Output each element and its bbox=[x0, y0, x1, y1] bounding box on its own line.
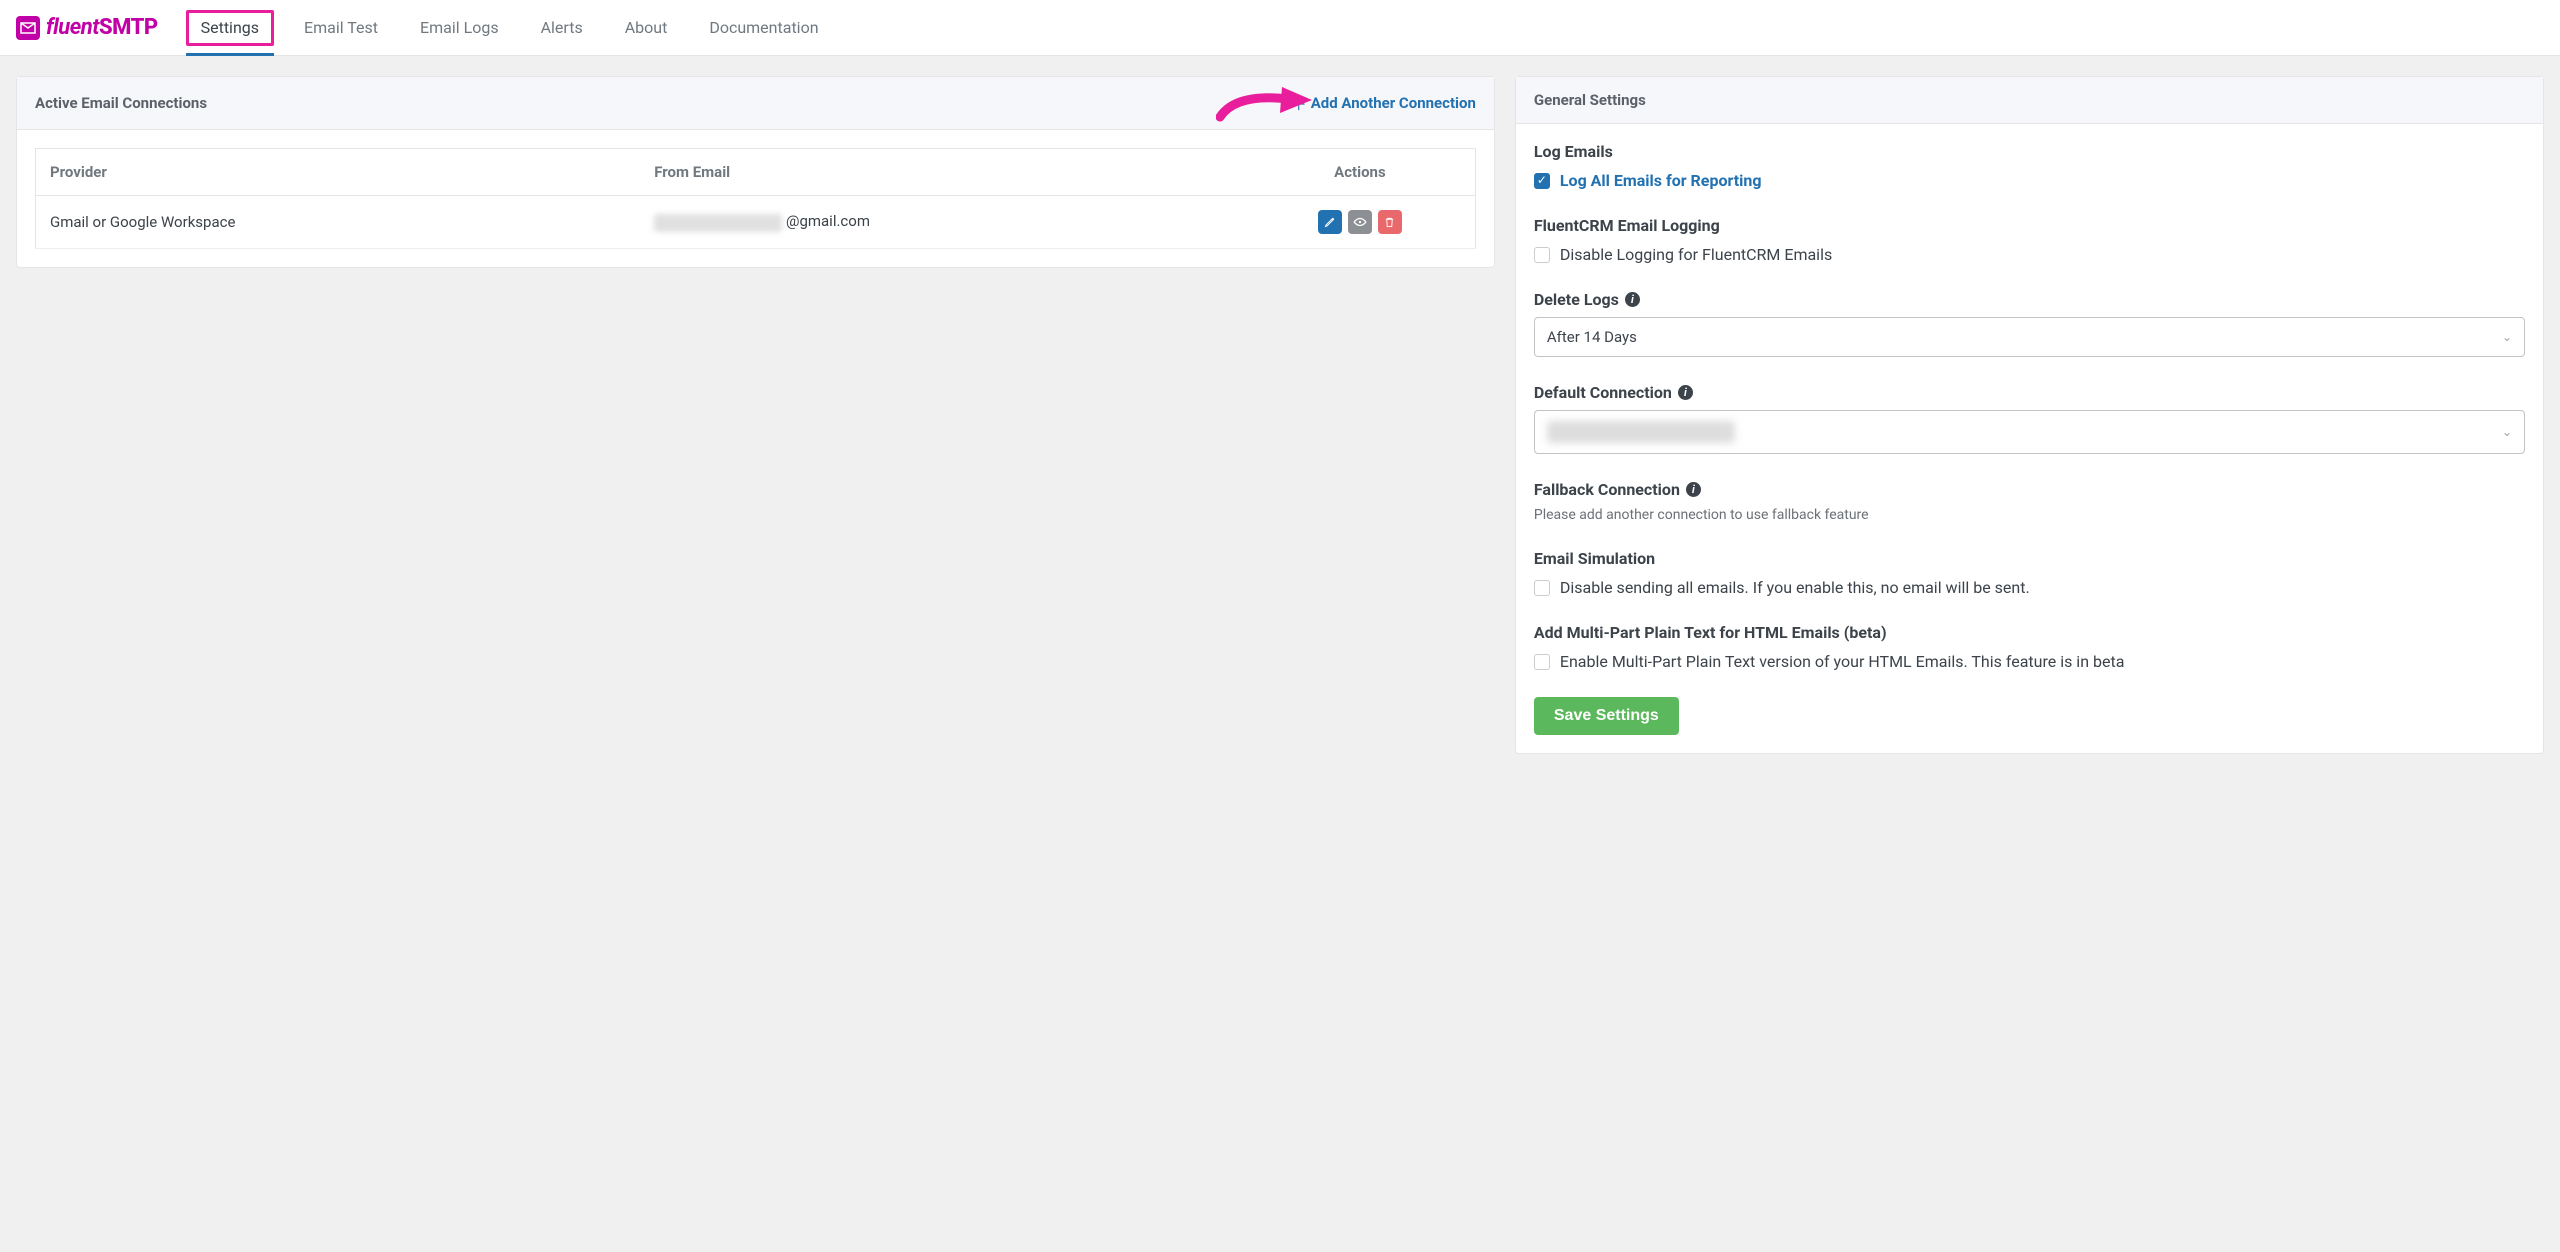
connections-table: Provider From Email Actions Gmail or Goo… bbox=[35, 148, 1476, 249]
settings-body: Log Emails Log All Emails for Reporting … bbox=[1516, 124, 2543, 753]
nav-tabs: Settings Email Test Email Logs Alerts Ab… bbox=[186, 0, 831, 55]
col-actions: Actions bbox=[1245, 149, 1475, 196]
settings-title: General Settings bbox=[1534, 91, 1646, 109]
connections-title: Active Email Connections bbox=[35, 94, 207, 112]
log-emails-checkbox-row[interactable]: Log All Emails for Reporting bbox=[1534, 171, 2525, 190]
checkbox-enable-multipart[interactable] bbox=[1534, 654, 1550, 670]
tab-email-logs[interactable]: Email Logs bbox=[408, 0, 511, 55]
settings-panel: General Settings Log Emails Log All Emai… bbox=[1515, 76, 2544, 754]
delete-logs-title: Delete Logs bbox=[1534, 290, 1619, 309]
add-connection-link[interactable]: ＋ Add Another Connection bbox=[1291, 91, 1476, 115]
tab-settings[interactable]: Settings bbox=[186, 10, 274, 46]
top-nav: fluentSMTP Settings Email Test Email Log… bbox=[0, 0, 2560, 56]
fallback-connection-title: Fallback Connection bbox=[1534, 480, 1680, 499]
fluentcrm-section: FluentCRM Email Logging Disable Logging … bbox=[1534, 216, 2525, 264]
fluentcrm-title: FluentCRM Email Logging bbox=[1534, 216, 2525, 235]
email-simulation-checkbox-row[interactable]: Disable sending all emails. If you enabl… bbox=[1534, 578, 2525, 597]
info-icon[interactable]: i bbox=[1625, 292, 1640, 307]
chevron-down-icon: ⌄ bbox=[2502, 425, 2512, 439]
cell-provider: Gmail or Google Workspace bbox=[36, 196, 641, 249]
save-settings-button[interactable]: Save Settings bbox=[1534, 697, 1679, 735]
tab-email-test[interactable]: Email Test bbox=[292, 0, 390, 55]
log-emails-section: Log Emails Log All Emails for Reporting bbox=[1534, 142, 2525, 190]
plus-icon: ＋ bbox=[1291, 91, 1307, 115]
fluentcrm-checkbox-row[interactable]: Disable Logging for FluentCRM Emails bbox=[1534, 245, 2525, 264]
delete-logs-section: Delete Logs i After 14 Days ⌄ bbox=[1534, 290, 2525, 357]
table-row: Gmail or Google Workspace @gmail.com bbox=[36, 196, 1476, 249]
email-simulation-label: Disable sending all emails. If you enabl… bbox=[1560, 578, 2030, 597]
brand-text: fluentSMTP bbox=[46, 15, 158, 40]
multipart-section: Add Multi-Part Plain Text for HTML Email… bbox=[1534, 623, 2525, 671]
fluentcrm-label: Disable Logging for FluentCRM Emails bbox=[1560, 245, 1832, 264]
default-connection-section: Default Connection i ⌄ bbox=[1534, 383, 2525, 454]
delete-button[interactable] bbox=[1378, 210, 1402, 234]
multipart-title: Add Multi-Part Plain Text for HTML Email… bbox=[1534, 623, 2525, 642]
connections-body: Provider From Email Actions Gmail or Goo… bbox=[17, 130, 1494, 267]
pencil-icon bbox=[1324, 216, 1336, 228]
eye-icon bbox=[1353, 217, 1367, 227]
fallback-helper: Please add another connection to use fal… bbox=[1534, 507, 2525, 523]
redacted-default-connection bbox=[1547, 421, 1735, 443]
default-connection-title: Default Connection bbox=[1534, 383, 1672, 402]
connections-panel: Active Email Connections ＋ Add Another C… bbox=[16, 76, 1495, 268]
edit-button[interactable] bbox=[1318, 210, 1342, 234]
settings-header: General Settings bbox=[1516, 77, 2543, 124]
email-simulation-title: Email Simulation bbox=[1534, 549, 2525, 568]
tab-about[interactable]: About bbox=[613, 0, 680, 55]
connections-header: Active Email Connections ＋ Add Another C… bbox=[17, 77, 1494, 130]
col-from: From Email bbox=[640, 149, 1245, 196]
delete-logs-select[interactable]: After 14 Days ⌄ bbox=[1534, 317, 2525, 357]
view-button[interactable] bbox=[1348, 210, 1372, 234]
col-provider: Provider bbox=[36, 149, 641, 196]
envelope-icon bbox=[16, 16, 40, 40]
trash-icon bbox=[1384, 216, 1395, 228]
fallback-connection-section: Fallback Connection i Please add another… bbox=[1534, 480, 2525, 523]
redacted-username bbox=[654, 214, 782, 232]
log-emails-label: Log All Emails for Reporting bbox=[1560, 171, 1762, 190]
info-icon[interactable]: i bbox=[1686, 482, 1701, 497]
checkbox-disable-sending[interactable] bbox=[1534, 580, 1550, 596]
checkbox-log-all[interactable] bbox=[1534, 173, 1550, 189]
info-icon[interactable]: i bbox=[1678, 385, 1693, 400]
page-body: Active Email Connections ＋ Add Another C… bbox=[0, 56, 2560, 774]
cell-from: @gmail.com bbox=[640, 196, 1245, 249]
brand-logo: fluentSMTP bbox=[16, 15, 158, 40]
cell-actions bbox=[1245, 196, 1475, 249]
log-emails-title: Log Emails bbox=[1534, 142, 2525, 161]
checkbox-disable-fluentcrm[interactable] bbox=[1534, 247, 1550, 263]
default-connection-select[interactable]: ⌄ bbox=[1534, 410, 2525, 454]
tab-documentation[interactable]: Documentation bbox=[697, 0, 830, 55]
multipart-label: Enable Multi-Part Plain Text version of … bbox=[1560, 652, 2125, 671]
multipart-checkbox-row[interactable]: Enable Multi-Part Plain Text version of … bbox=[1534, 652, 2525, 671]
chevron-down-icon: ⌄ bbox=[2502, 330, 2512, 344]
tab-alerts[interactable]: Alerts bbox=[529, 0, 595, 55]
email-simulation-section: Email Simulation Disable sending all ema… bbox=[1534, 549, 2525, 597]
